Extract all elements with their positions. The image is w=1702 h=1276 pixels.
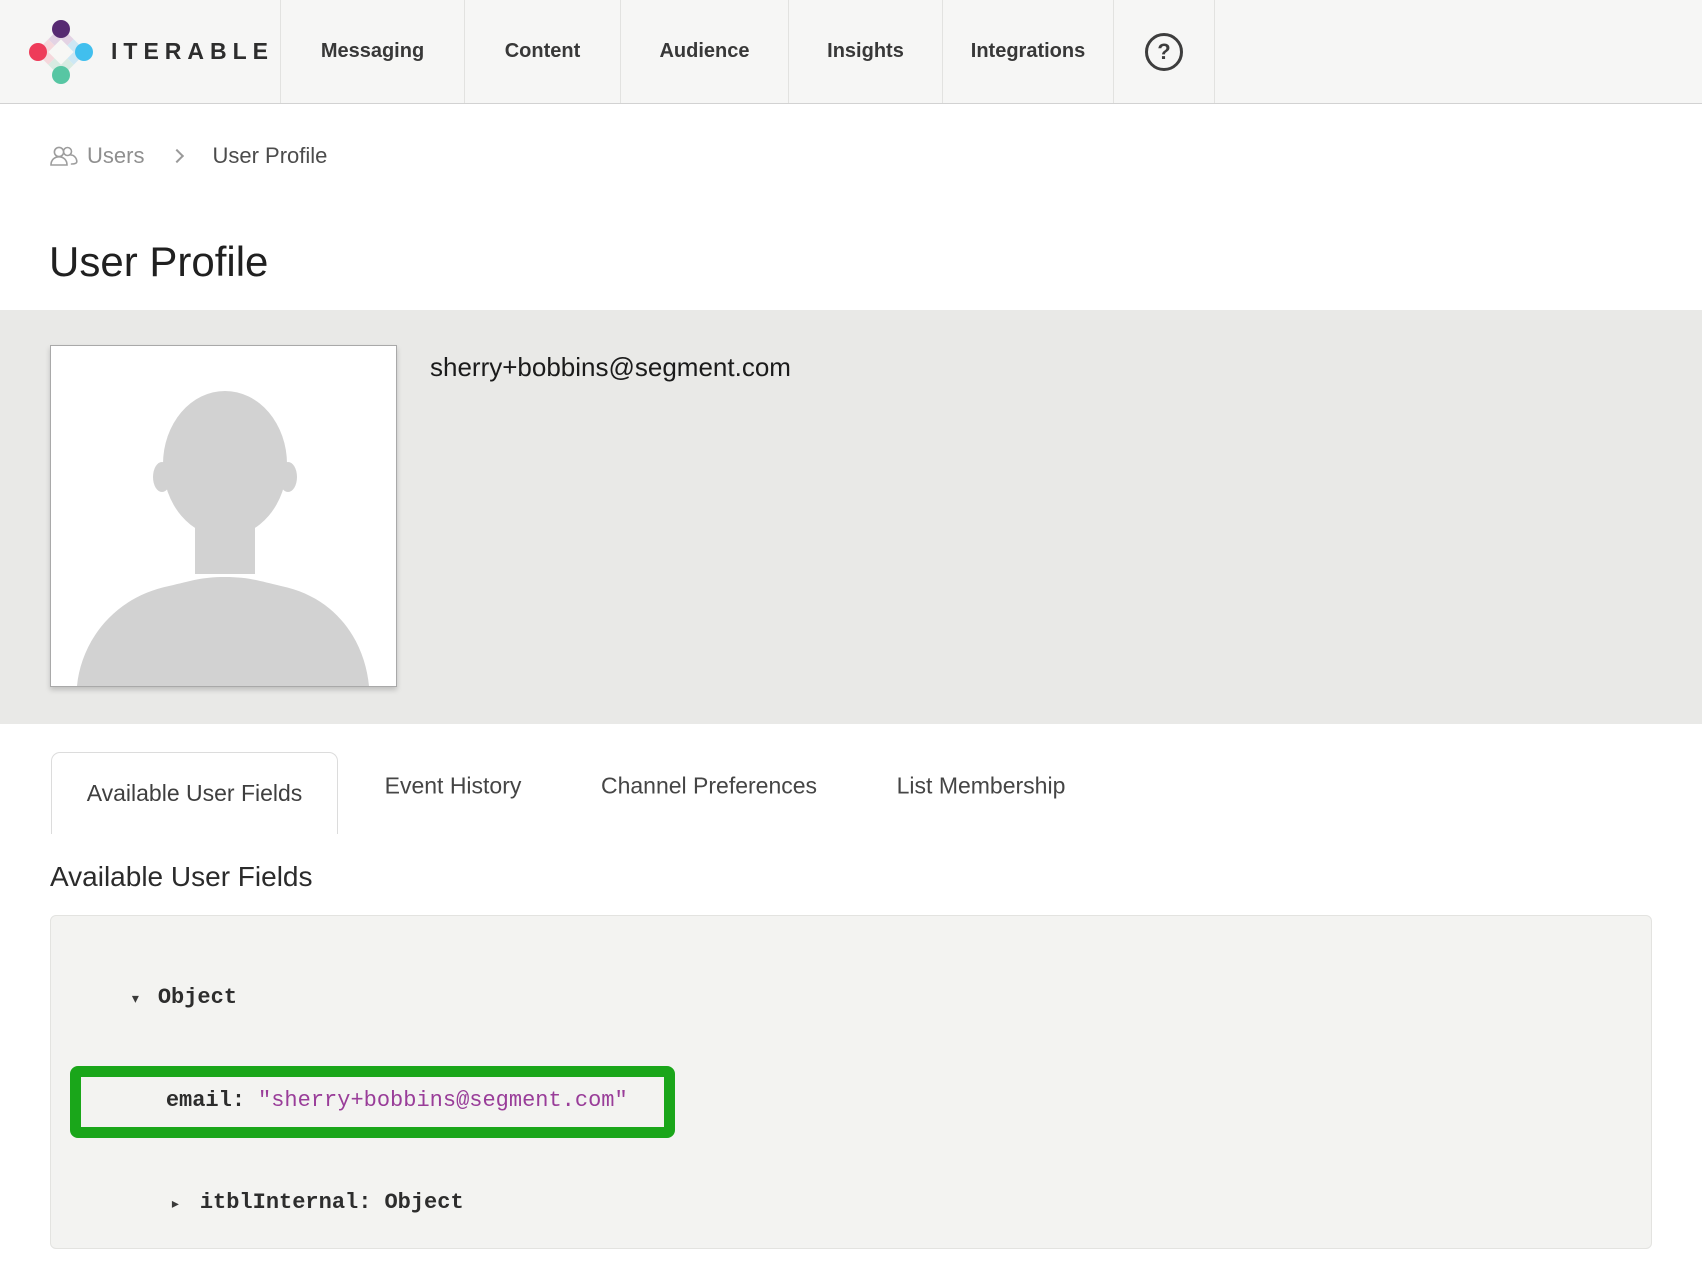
iterable-logo-icon <box>26 17 96 87</box>
breadcrumb-users-link[interactable]: Users <box>87 143 144 169</box>
tab-event-history[interactable]: Event History <box>385 773 522 800</box>
tab-list-membership[interactable]: List Membership <box>897 773 1066 800</box>
field-key: itblInternal: <box>200 1190 372 1215</box>
avatar <box>50 345 397 687</box>
field-value: Object <box>384 1190 463 1215</box>
section-heading: Available User Fields <box>50 861 313 893</box>
field-row-root: ▾Object <box>51 947 1651 1050</box>
expand-triangle-icon[interactable]: ▸ <box>172 1187 200 1221</box>
breadcrumb-current: User Profile <box>212 143 327 169</box>
help-icon: ? <box>1145 33 1183 71</box>
page-title: User Profile <box>49 238 268 286</box>
nav-item-audience[interactable]: Audience <box>620 0 788 103</box>
tab-channel-preferences[interactable]: Channel Preferences <box>601 773 817 800</box>
tab-available-user-fields[interactable]: Available User Fields <box>51 752 338 834</box>
collapse-triangle-icon[interactable]: ▾ <box>132 982 158 1016</box>
top-navbar: ITERABLE Messaging Content Audience Insi… <box>0 0 1702 104</box>
brand-name: ITERABLE <box>111 38 274 65</box>
nav-item-messaging[interactable]: Messaging <box>280 0 464 103</box>
brand-logo[interactable]: ITERABLE <box>0 0 280 103</box>
annotation-rectangle <box>70 1066 675 1138</box>
help-button[interactable]: ? <box>1113 0 1215 103</box>
users-icon <box>48 144 78 168</box>
nav-item-integrations[interactable]: Integrations <box>942 0 1113 103</box>
profile-hero: sherry+bobbins@segment.com <box>0 310 1702 724</box>
field-row-itblinternal: ▸itblInternal: Object <box>51 1152 1651 1249</box>
nav-item-content[interactable]: Content <box>464 0 620 103</box>
breadcrumb: Users User Profile <box>48 137 327 175</box>
nav-item-insights[interactable]: Insights <box>788 0 942 103</box>
chevron-right-icon <box>170 149 184 163</box>
profile-email: sherry+bobbins@segment.com <box>430 352 791 383</box>
avatar-silhouette-icon <box>51 346 396 686</box>
root-object-label: Object <box>158 985 237 1010</box>
